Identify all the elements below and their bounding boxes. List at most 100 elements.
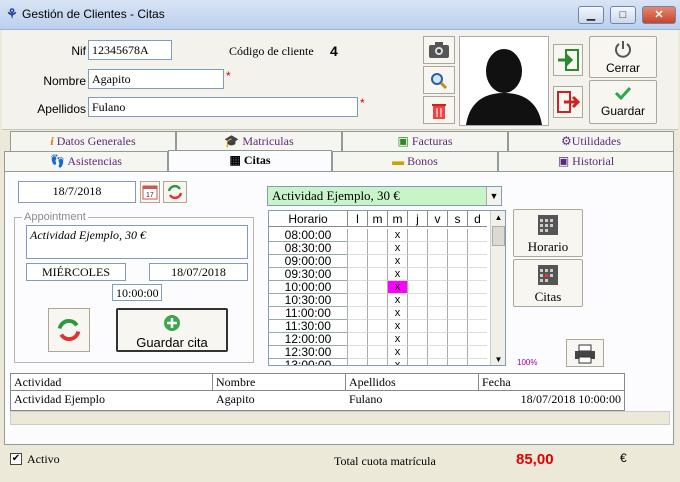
citas-button[interactable]: Citas (513, 259, 583, 307)
date-field[interactable]: 18/7/2018 (18, 181, 136, 203)
save-appointment-button[interactable]: Guardar cita (116, 308, 228, 352)
schedule-cell[interactable] (467, 359, 487, 365)
schedule-cell[interactable] (367, 346, 387, 359)
refresh-appointment-button[interactable] (48, 308, 90, 352)
schedule-cell[interactable]: x (387, 229, 407, 242)
schedule-cell[interactable] (367, 229, 387, 242)
tab-matriculas[interactable]: 🎓 Matriculas (176, 131, 342, 151)
schedule-cell[interactable] (447, 268, 467, 281)
schedule-cell[interactable] (407, 359, 427, 365)
schedule-cell[interactable] (467, 294, 487, 307)
schedule-cell[interactable] (427, 229, 447, 242)
schedule-cell[interactable] (467, 242, 487, 255)
schedule-scrollbar[interactable]: ▲ ▼ (490, 211, 505, 365)
tab-asistencias[interactable]: 👣 Asistencias (4, 151, 168, 171)
horario-button[interactable]: Horario (513, 209, 583, 257)
schedule-cell[interactable] (467, 281, 487, 294)
nombre-field[interactable]: Agapito (88, 69, 224, 89)
schedule-cell[interactable]: x (387, 268, 407, 281)
minimize-button[interactable]: ▁ (578, 6, 604, 24)
chevron-down-icon[interactable]: ▼ (486, 187, 501, 205)
export-button[interactable] (553, 86, 583, 118)
column-header-fecha[interactable]: Fecha (479, 374, 624, 391)
schedule-cell[interactable] (347, 255, 367, 268)
schedule-cell[interactable] (447, 307, 467, 320)
close-button[interactable]: Cerrar (589, 36, 657, 78)
schedule-cell[interactable] (447, 294, 467, 307)
schedule-cell[interactable] (467, 229, 487, 242)
apellidos-field[interactable]: Fulano (88, 97, 358, 117)
schedule-cell[interactable] (347, 307, 367, 320)
schedule-cell[interactable] (427, 346, 447, 359)
tab-citas[interactable]: ▦ Citas (168, 150, 332, 172)
schedule-cell[interactable] (447, 333, 467, 346)
schedule-cell[interactable] (367, 359, 387, 365)
schedule-cell[interactable] (427, 268, 447, 281)
schedule-cell[interactable] (407, 268, 427, 281)
schedule-cell[interactable] (467, 346, 487, 359)
nif-field[interactable]: 12345678A (88, 40, 172, 60)
tab-historial[interactable]: ▣ Historial (498, 151, 674, 171)
schedule-cell[interactable] (347, 268, 367, 281)
schedule-cell[interactable] (427, 359, 447, 365)
schedule-cell[interactable] (447, 346, 467, 359)
schedule-cell[interactable] (407, 346, 427, 359)
schedule-cell[interactable] (447, 281, 467, 294)
schedule-cell[interactable]: x (387, 307, 407, 320)
calendar-picker-button[interactable]: 17 (140, 181, 160, 203)
schedule-cell[interactable] (367, 307, 387, 320)
tab-bonos[interactable]: ▬ Bonos (332, 151, 498, 171)
schedule-cell[interactable] (347, 333, 367, 346)
scroll-down-icon[interactable]: ▼ (491, 353, 505, 365)
schedule-cell[interactable]: x (387, 242, 407, 255)
schedule-cell[interactable]: x (387, 255, 407, 268)
active-checkbox[interactable]: ✔ (10, 453, 22, 465)
schedule-cell[interactable] (367, 294, 387, 307)
schedule-cell[interactable] (367, 320, 387, 333)
schedule-cell[interactable] (347, 320, 367, 333)
table-cell-nombre[interactable]: Agapito (213, 391, 346, 408)
import-button[interactable] (553, 44, 583, 76)
schedule-cell[interactable] (447, 229, 467, 242)
view-photo-button[interactable] (423, 66, 455, 94)
schedule-cell[interactable] (447, 255, 467, 268)
appointment-description[interactable]: Actividad Ejemplo, 30 € (26, 225, 248, 259)
schedule-cell[interactable] (367, 333, 387, 346)
schedule-cell[interactable] (407, 333, 427, 346)
schedule-cell[interactable] (347, 229, 367, 242)
schedule-cell[interactable]: x (387, 333, 407, 346)
schedule-cell[interactable] (407, 281, 427, 294)
schedule-cell[interactable] (447, 359, 467, 365)
column-header-nombre[interactable]: Nombre (213, 374, 346, 391)
schedule-cell[interactable] (467, 307, 487, 320)
schedule-cell[interactable]: x (387, 294, 407, 307)
tab-facturas[interactable]: ▣ Facturas (342, 131, 508, 151)
schedule-cell[interactable] (367, 281, 387, 294)
scroll-up-icon[interactable]: ▲ (491, 211, 505, 225)
tab-datos-generales[interactable]: i Datos Generales (10, 131, 176, 151)
table-horizontal-scrollbar[interactable] (10, 411, 670, 425)
close-window-button[interactable]: ✕ (642, 6, 676, 24)
schedule-cell[interactable]: x (387, 281, 407, 294)
schedule-cell[interactable] (427, 294, 447, 307)
scroll-thumb[interactable] (492, 226, 505, 246)
maximize-button[interactable]: □ (610, 6, 636, 24)
schedule-cell[interactable] (407, 255, 427, 268)
table-cell-actividad[interactable]: Actividad Ejemplo (11, 391, 213, 408)
schedule-cell[interactable] (367, 268, 387, 281)
schedule-cell[interactable] (467, 320, 487, 333)
take-photo-button[interactable] (423, 36, 455, 64)
schedule-cell[interactable] (427, 333, 447, 346)
schedule-cell[interactable] (347, 294, 367, 307)
schedule-cell[interactable] (407, 229, 427, 242)
table-cell-apellidos[interactable]: Fulano (346, 391, 479, 408)
schedule-cell[interactable] (467, 255, 487, 268)
schedule-cell[interactable] (407, 307, 427, 320)
delete-photo-button[interactable] (423, 96, 455, 124)
schedule-cell[interactable] (347, 359, 367, 365)
print-button[interactable] (566, 339, 604, 367)
schedule-cell[interactable] (447, 242, 467, 255)
activity-select[interactable]: Actividad Ejemplo, 30 € (267, 186, 502, 206)
schedule-cell[interactable] (427, 242, 447, 255)
schedule-cell[interactable] (367, 255, 387, 268)
